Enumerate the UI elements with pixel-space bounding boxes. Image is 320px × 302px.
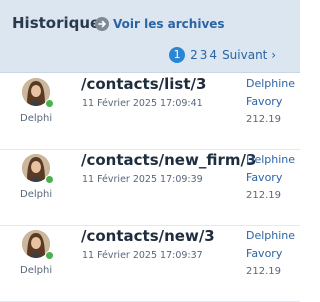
entry-timestamp: 11 Février 2025 17:09:39 (82, 174, 203, 185)
online-status-dot (45, 251, 54, 260)
entry-timestamp: 11 Février 2025 17:09:37 (82, 250, 203, 261)
page-link-4[interactable]: 4 (209, 48, 217, 62)
user-first-name-link[interactable]: Delphine (246, 77, 295, 90)
ip-address: 212.19 (246, 190, 281, 201)
user-short-name: Delphi (20, 265, 53, 276)
page-link-2[interactable]: 2 (190, 48, 198, 62)
online-status-dot (45, 99, 54, 108)
pagination: 1 2 3 4 Suivant › (169, 47, 276, 63)
ip-address: 212.19 (246, 114, 281, 125)
online-status-dot (45, 175, 54, 184)
entry-path-link[interactable]: /contacts/list/3 (81, 75, 206, 93)
user-short-name: Delphi (20, 113, 53, 124)
user-first-name-link[interactable]: Delphine (246, 153, 295, 166)
history-panel: Historique Voir les archives 1 2 3 4 Sui… (0, 0, 300, 302)
next-page-link[interactable]: Suivant › (222, 48, 276, 62)
user-first-name-link[interactable]: Delphine (246, 229, 295, 242)
history-entry: Delphi /contacts/new_firm/3 11 Février 2… (0, 149, 300, 226)
history-entry: Delphi /contacts/list/3 11 Février 2025 … (0, 73, 300, 150)
history-header: Historique Voir les archives 1 2 3 4 Sui… (0, 0, 300, 73)
page-current[interactable]: 1 (169, 47, 186, 63)
entry-path-link[interactable]: /contacts/new/3 (81, 227, 215, 245)
ip-address: 212.19 (246, 266, 281, 277)
page-link-3[interactable]: 3 (200, 48, 208, 62)
entry-timestamp: 11 Février 2025 17:09:41 (82, 98, 203, 109)
user-short-name: Delphi (20, 189, 53, 200)
history-entry: Delphi /contacts/new/3 11 Février 2025 1… (0, 225, 300, 302)
history-title: Historique (12, 14, 101, 32)
entry-path-link[interactable]: /contacts/new_firm/3 (81, 151, 256, 169)
user-last-name-link[interactable]: Favory (246, 247, 282, 260)
arrow-right-circle-icon[interactable] (95, 17, 109, 31)
user-last-name-link[interactable]: Favory (246, 95, 282, 108)
user-last-name-link[interactable]: Favory (246, 171, 282, 184)
view-archives-link[interactable]: Voir les archives (113, 17, 225, 31)
